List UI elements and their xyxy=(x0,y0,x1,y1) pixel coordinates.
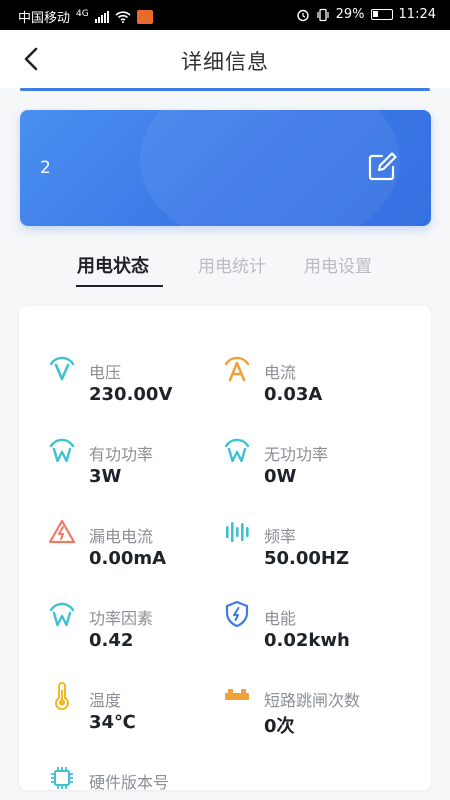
voltage-icon xyxy=(49,356,75,381)
metric-label: 有功功率 xyxy=(89,445,154,464)
battery-percent: 29% xyxy=(335,7,365,22)
metric-label: 硬件版本号 xyxy=(89,773,170,790)
tab-power-statistics[interactable]: 用电统计 xyxy=(198,252,266,277)
active-tab-indicator xyxy=(76,285,163,287)
metric-value: 0W xyxy=(264,466,297,487)
metric-voltage: 电压 230.00V xyxy=(48,354,228,410)
tab-power-settings[interactable]: 用电设置 xyxy=(304,252,372,277)
metric-temperature: 温度 34℃ xyxy=(48,682,228,738)
metric-label: 电流 xyxy=(264,363,297,382)
metric-leakage-current: 漏电电流 0.00mA xyxy=(48,518,228,574)
metric-label: 短路跳闸次数 xyxy=(264,691,361,710)
app-notification-icon xyxy=(136,9,153,24)
metric-energy: 电能 0.02kwh xyxy=(223,600,403,656)
metric-value: 50.00HZ xyxy=(264,548,350,569)
metric-label: 电能 xyxy=(264,609,297,628)
metric-label: 频率 xyxy=(264,527,297,546)
metric-hardware-version: 硬件版本号 xyxy=(48,764,228,790)
metric-label: 漏电电流 xyxy=(89,527,154,546)
metric-current: 电流 0.03A xyxy=(223,354,403,410)
metric-power-factor: 功率因素 0.42 xyxy=(48,600,228,656)
alarm-icon xyxy=(296,9,309,21)
tab-power-status[interactable]: 用电状态 xyxy=(77,252,149,278)
status-right: 29% 11:24 xyxy=(296,7,436,22)
vibrate-icon xyxy=(317,8,329,21)
metric-value: 34℃ xyxy=(89,712,136,733)
metric-label: 功率因素 xyxy=(89,609,154,628)
metric-reactive-power: 无功功率 0W xyxy=(223,436,403,492)
frequency-icon xyxy=(226,522,249,542)
metric-active-power: 有功功率 3W xyxy=(48,436,228,492)
metric-frequency: 频率 50.00HZ xyxy=(223,518,403,574)
metric-value: 0.02kwh xyxy=(264,630,350,651)
active-power-icon xyxy=(49,438,75,463)
carrier-label: 中国移动 xyxy=(18,11,71,26)
metric-value: 230.00V xyxy=(89,384,173,405)
current-icon xyxy=(224,356,250,382)
edit-icon[interactable] xyxy=(365,150,399,184)
metric-label: 无功功率 xyxy=(264,445,329,464)
tab-bar: 用电状态 用电统计 用电设置 xyxy=(0,248,450,288)
status-bar: 中国移动 4G 29% 11:24 xyxy=(0,0,450,30)
metric-value: 0次 xyxy=(264,716,295,737)
clock: 11:24 xyxy=(398,7,436,22)
nav-bar: 详细信息 xyxy=(0,30,450,88)
energy-shield-icon xyxy=(225,600,249,628)
network-type-label: 4G xyxy=(76,8,89,19)
metric-value: 3W xyxy=(89,466,122,487)
metrics-panel: 电压 230.00V 电流 0.03A 有功功率 3W 无功功率 0W 漏电电流 xyxy=(19,306,431,790)
trip-count-icon xyxy=(225,689,249,700)
metric-value: 0.00mA xyxy=(89,548,167,569)
device-name: 2 xyxy=(40,158,51,178)
status-left: 中国移动 4G xyxy=(18,7,153,26)
signal-icon xyxy=(94,10,109,23)
thermometer-icon xyxy=(55,682,69,710)
page-title: 详细信息 xyxy=(181,50,269,74)
chip-icon xyxy=(51,767,73,789)
metric-value: 0.42 xyxy=(89,630,134,651)
battery-icon xyxy=(370,9,393,20)
card-decoration xyxy=(140,110,400,226)
reactive-power-icon xyxy=(224,438,250,463)
wifi-icon xyxy=(115,10,131,23)
metric-label: 电压 xyxy=(89,363,122,382)
metric-value: 0.03A xyxy=(264,384,323,405)
header-divider xyxy=(20,88,430,91)
power-factor-icon xyxy=(49,602,75,627)
metric-label: 温度 xyxy=(89,691,122,710)
metric-trip-count: 短路跳闸次数 0次 xyxy=(223,682,403,738)
leakage-warning-icon xyxy=(48,519,76,544)
device-card[interactable]: 2 xyxy=(20,110,431,226)
